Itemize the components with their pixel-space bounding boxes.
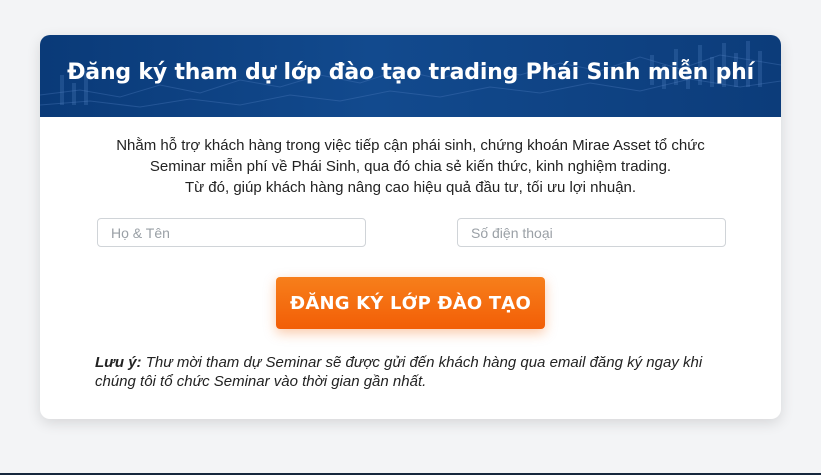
note-body: Thư mời tham dự Seminar sẽ được gửi đến …	[95, 354, 703, 390]
intro-line-1: Nhằm hỗ trợ khách hàng trong việc tiếp c…	[116, 137, 705, 154]
note-text: Lưu ý: Thư mời tham dự Seminar sẽ được g…	[95, 353, 736, 391]
card-header: Đăng ký tham dự lớp đào tạo trading Phái…	[40, 35, 781, 117]
intro-text: Nhằm hỗ trợ khách hàng trong việc tiếp c…	[80, 135, 741, 198]
note-label: Lưu ý:	[95, 354, 142, 371]
phone-number-input[interactable]	[457, 218, 726, 247]
intro-line-3: Từ đó, giúp khách hàng nâng cao hiệu quả…	[184, 179, 637, 196]
full-name-input[interactable]	[97, 218, 366, 247]
form-title: Đăng ký tham dự lớp đào tạo trading Phái…	[67, 60, 754, 85]
intro-line-2: Seminar miễn phí về Phái Sinh, qua đó ch…	[149, 158, 672, 175]
registration-card: Đăng ký tham dự lớp đào tạo trading Phái…	[40, 35, 781, 419]
register-button[interactable]: ĐĂNG KÝ LỚP ĐÀO TẠO	[276, 277, 545, 329]
